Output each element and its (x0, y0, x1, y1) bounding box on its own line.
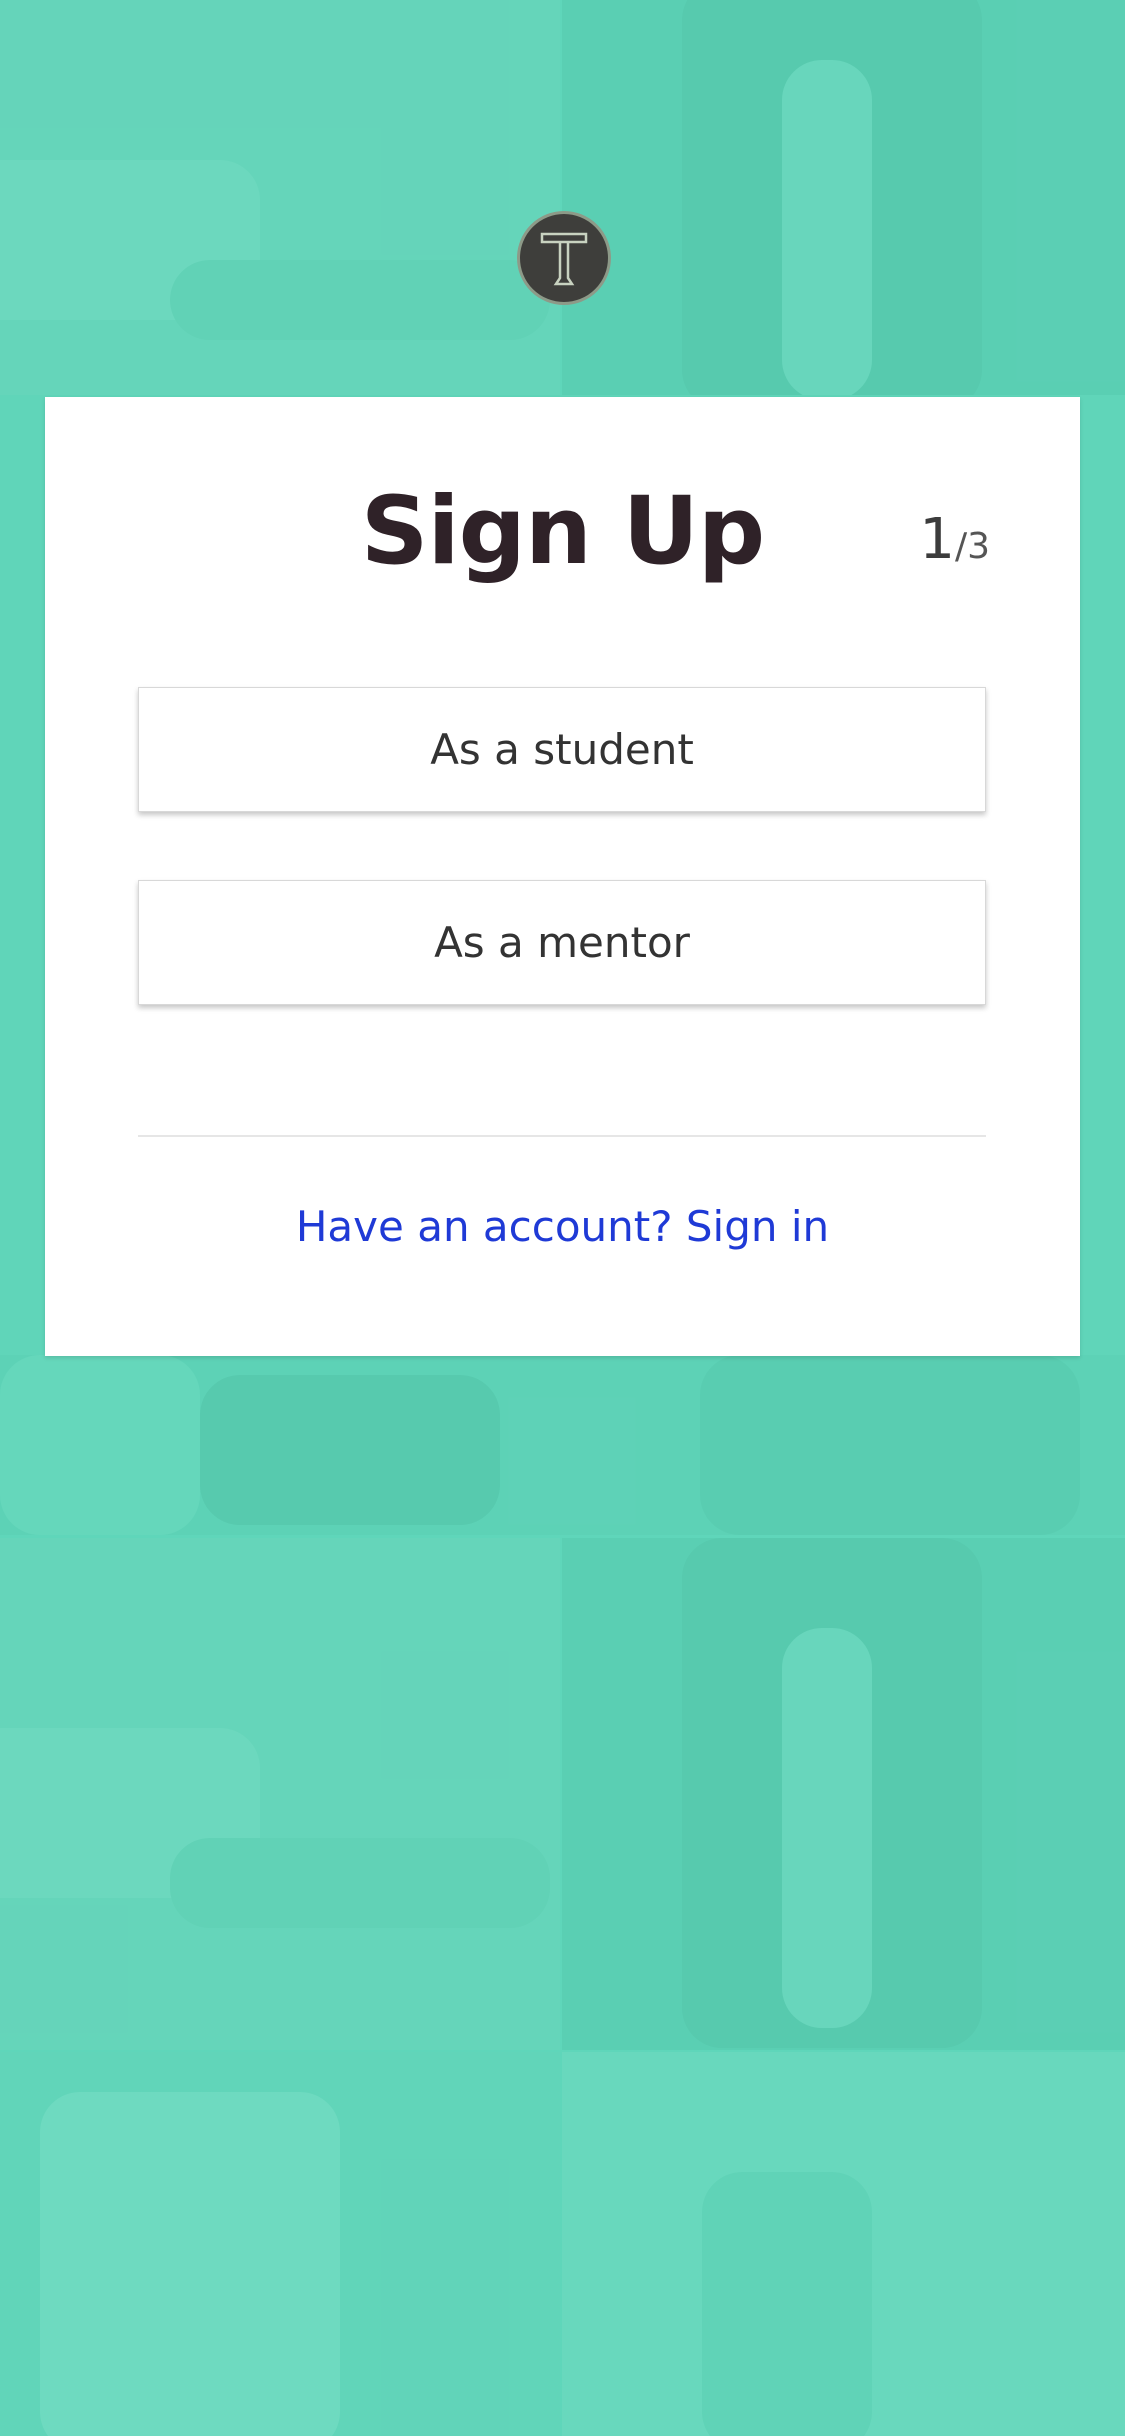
t-logo-icon (540, 232, 588, 286)
divider (138, 1135, 986, 1137)
as-mentor-button[interactable]: As a mentor (138, 880, 986, 1005)
as-student-button[interactable]: As a student (138, 687, 986, 812)
as-mentor-label: As a mentor (434, 918, 690, 967)
as-student-label: As a student (430, 725, 694, 774)
signup-card: Sign Up 1/3 As a student As a mentor Hav… (45, 397, 1080, 1356)
step-current: 1 (919, 507, 955, 572)
step-total: /3 (954, 526, 990, 567)
app-logo (517, 211, 611, 305)
step-indicator: 1/3 (919, 507, 990, 572)
sign-in-link[interactable]: Have an account? Sign in (45, 1202, 1080, 1251)
